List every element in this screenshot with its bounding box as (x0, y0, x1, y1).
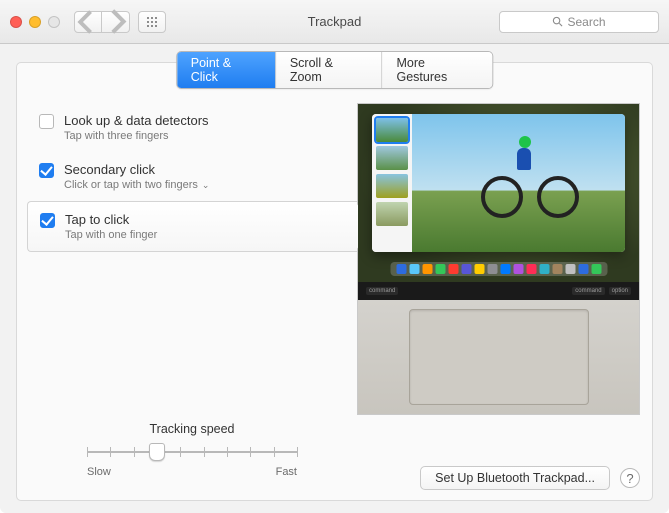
nav-buttons (74, 11, 130, 33)
option-checkbox[interactable] (39, 163, 54, 178)
slider-low-label: Slow (87, 466, 111, 478)
titlebar: Trackpad Search (0, 0, 669, 44)
options-list: Look up & data detectors Tap with three f… (27, 103, 357, 252)
setup-bluetooth-button[interactable]: Set Up Bluetooth Trackpad... (420, 466, 610, 490)
window-controls (10, 16, 60, 28)
option-title: Tap to click (65, 212, 157, 227)
preview-dock (390, 262, 607, 276)
preview-app-window (372, 114, 625, 252)
content-area: Point & ClickScroll & ZoomMore Gestures … (0, 44, 669, 513)
help-button[interactable]: ? (620, 468, 640, 488)
preview-trackpad-body (358, 300, 639, 414)
preview-screen (358, 104, 639, 282)
minimize-window-button[interactable] (29, 16, 41, 28)
option-title: Secondary click (64, 162, 209, 177)
key-label-right-1: command (572, 287, 604, 295)
option-row[interactable]: Look up & data detectors Tap with three f… (27, 103, 357, 152)
search-input[interactable]: Search (499, 11, 659, 33)
tracking-speed-label: Tracking speed (87, 422, 297, 436)
preview-keyboard-row: command command option (358, 282, 639, 300)
tab-point-click[interactable]: Point & Click (177, 52, 276, 88)
options-column: Look up & data detectors Tap with three f… (17, 103, 357, 500)
option-title: Look up & data detectors (64, 113, 209, 128)
forward-button[interactable] (102, 11, 130, 33)
settings-panel: Point & ClickScroll & ZoomMore Gestures … (16, 62, 653, 501)
preview-column: command command option (357, 103, 652, 500)
footer: Set Up Bluetooth Trackpad... ? (420, 466, 640, 490)
back-button[interactable] (74, 11, 102, 33)
tracking-speed-block: Tracking speed Slow Fast (87, 422, 297, 478)
tracking-speed-slider[interactable] (87, 442, 297, 462)
search-placeholder: Search (567, 15, 605, 29)
option-checkbox[interactable] (40, 213, 55, 228)
tab-bar: Point & ClickScroll & ZoomMore Gestures (176, 51, 494, 89)
preview-trackpad-surface (409, 309, 589, 405)
search-icon (552, 16, 563, 27)
chevron-down-icon: ⌄ (202, 180, 210, 191)
option-subtitle: Tap with three fingers (64, 130, 209, 142)
tab-more-gestures[interactable]: More Gestures (382, 52, 492, 88)
key-label-left: command (366, 287, 398, 295)
key-label-right-2: option (609, 287, 631, 295)
tab-scroll-zoom[interactable]: Scroll & Zoom (276, 52, 383, 88)
option-row[interactable]: Secondary click Click or tap with two fin… (27, 152, 357, 201)
option-checkbox[interactable] (39, 114, 54, 129)
gesture-preview: command command option (357, 103, 640, 415)
option-subtitle[interactable]: Click or tap with two fingers⌄ (64, 179, 209, 191)
option-subtitle: Tap with one finger (65, 229, 157, 241)
slider-high-label: Fast (276, 466, 297, 478)
slider-thumb[interactable] (149, 443, 165, 461)
option-row[interactable]: Tap to click Tap with one finger (27, 201, 357, 252)
show-all-button[interactable] (138, 11, 166, 33)
zoom-window-button (48, 16, 60, 28)
close-window-button[interactable] (10, 16, 22, 28)
